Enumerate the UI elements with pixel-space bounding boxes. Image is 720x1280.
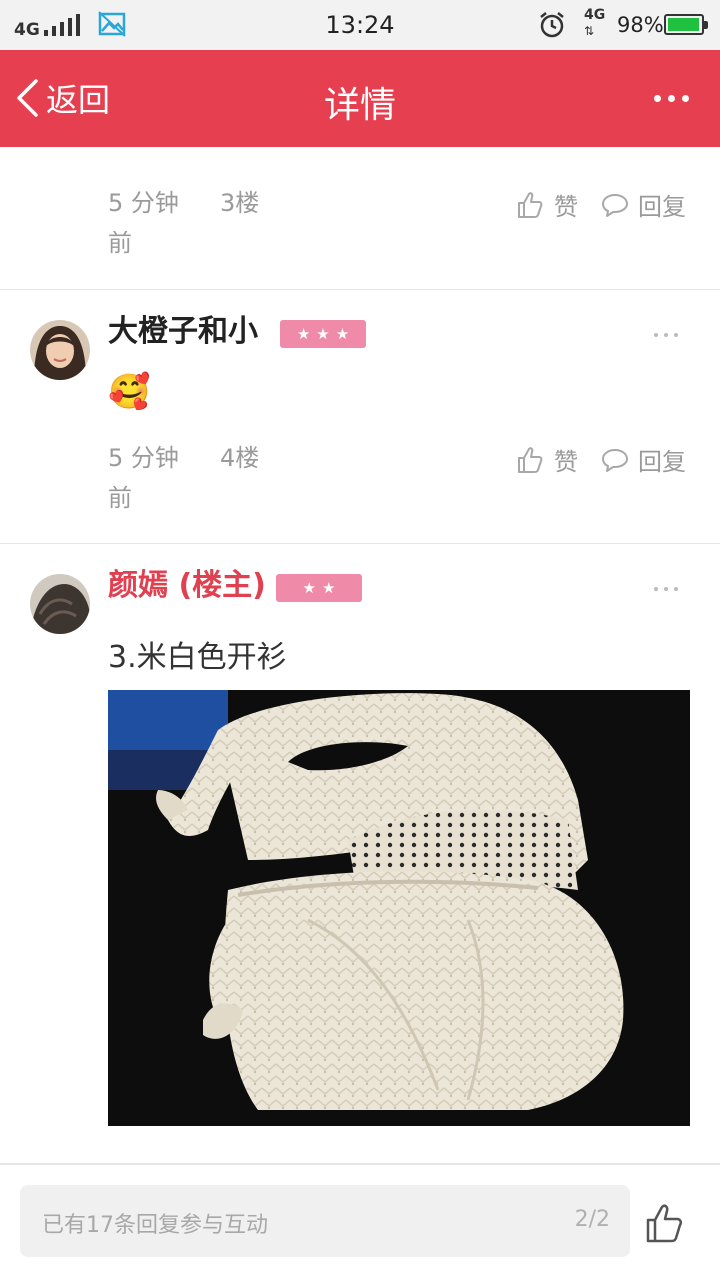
star-icon: ★ — [302, 578, 316, 597]
post-floor: 3楼 — [220, 189, 260, 217]
speech-bubble-icon — [602, 448, 628, 472]
post-time: 5 分钟前 — [108, 444, 179, 512]
post-time: 5 分钟前 — [108, 189, 179, 257]
reply-button[interactable]: 回复 — [600, 187, 686, 222]
post-floor: 4楼 — [220, 444, 260, 472]
thumbs-up-icon — [518, 446, 543, 473]
post-more-icon[interactable] — [652, 584, 680, 594]
battery-percent: 98% — [617, 13, 664, 37]
thumbs-up-icon[interactable] — [644, 1201, 688, 1245]
emoji: 🥰 — [108, 372, 151, 412]
battery-icon — [664, 14, 708, 35]
star-icon: ★ — [296, 324, 311, 343]
data-network-type: 4G — [584, 7, 606, 23]
alarm-icon — [540, 12, 564, 38]
page-title: 详情 — [323, 85, 396, 126]
reply-label: 回复 — [638, 448, 686, 476]
level-badge: ★ ★ ★ — [280, 320, 366, 348]
post-more-icon[interactable] — [652, 330, 680, 340]
like-label: 赞 — [554, 448, 578, 476]
reply-placeholder: 已有17条回复参与互动 — [42, 1213, 268, 1238]
owner-post: 颜嫣 (楼主) ★ ★ 3.米白色开衫 — [0, 544, 720, 1164]
star-icon: ★ — [322, 578, 336, 597]
data-arrows-icon: ⇅ — [584, 24, 595, 38]
author-name[interactable]: 大橙子和小 — [108, 314, 258, 350]
author-name[interactable]: 颜嫣 (楼主) — [108, 568, 266, 604]
level-badge: ★ ★ — [276, 574, 362, 602]
star-icon: ★ — [335, 324, 350, 343]
thumbs-up-icon — [518, 191, 543, 218]
reply-post: 大橙子和小 ★ ★ ★ 🥰 5 分钟前 4楼 赞 回复 — [0, 290, 720, 544]
like-button[interactable]: 赞 — [516, 442, 578, 477]
avatar[interactable] — [30, 320, 90, 380]
speech-bubble-icon — [602, 193, 628, 217]
star-icon: ★ — [316, 324, 330, 343]
like-button[interactable]: 赞 — [516, 187, 578, 222]
like-label: 赞 — [554, 193, 578, 221]
clock: 13:24 — [325, 11, 395, 39]
reply-button[interactable]: 回复 — [600, 442, 686, 477]
bottom-bar: 已有17条回复参与互动 2/2 — [0, 1164, 720, 1280]
reply-label: 回复 — [638, 193, 686, 221]
cardigan-photo[interactable] — [108, 690, 690, 1126]
reply-post: 5 分钟前 3楼 赞 回复 — [0, 147, 720, 290]
status-bar: 4G 13:24 4G ⇅ 98% — [0, 0, 720, 50]
post-text: 3.米白色开衫 — [108, 640, 287, 675]
more-icon[interactable] — [652, 86, 692, 110]
reply-input[interactable]: 已有17条回复参与互动 2/2 — [20, 1185, 630, 1257]
avatar[interactable] — [30, 574, 90, 634]
page-indicator[interactable]: 2/2 — [575, 1207, 610, 1232]
header-bar: 返回 详情 — [0, 50, 720, 147]
